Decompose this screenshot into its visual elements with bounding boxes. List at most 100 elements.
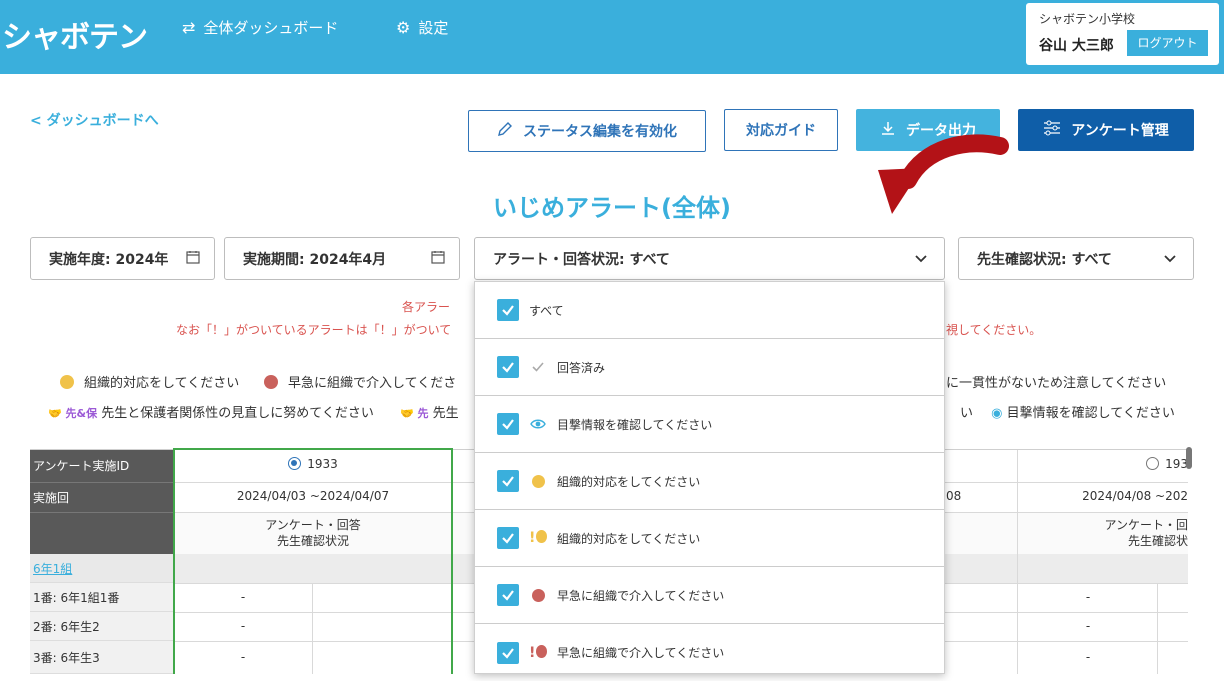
survey-193x[interactable]: 193 [1018, 457, 1188, 471]
tag-teacher: 先 [417, 407, 429, 420]
calendar-icon [186, 250, 200, 268]
legend-organized-label: 組織的対応をしてください [84, 376, 240, 391]
dropdown-option-urgent[interactable]: 早急に組織で介入してください [475, 567, 944, 624]
cell-3-3: - [1085, 650, 1091, 664]
legend-teacher-parent-text: 先生と保護者関係性の見直しに努めてください [101, 406, 374, 421]
chevron-down-icon [1163, 252, 1177, 268]
table-scrollbar[interactable] [1186, 447, 1192, 469]
legend-witness-label: 目撃情報を確認してください [1006, 406, 1175, 421]
yellow-dot-alert-icon: ! [529, 530, 547, 546]
checkbox-checked-icon[interactable] [497, 527, 519, 549]
dropdown-option-all[interactable]: すべて [475, 282, 944, 339]
nav-dashboard[interactable]: ⇄ 全体ダッシュボード [182, 17, 338, 38]
option-label: 早急に組織で介入してください [557, 588, 725, 603]
guide-button[interactable]: 対応ガイド [724, 109, 838, 151]
dropdown-option-answered[interactable]: 回答済み [475, 339, 944, 396]
alert-status-label: アラート・回答状況: すべて [493, 251, 670, 268]
row-label-1: 1番: 6年1組1番 [30, 583, 173, 612]
logout-button[interactable]: ログアウト [1127, 30, 1208, 56]
survey-193x-id: 193 [1165, 457, 1188, 471]
top-header: シャボテン ⇄ 全体ダッシュボード ⚙ 設定 シャボテン小学校 谷山 大三郎 ロ… [0, 0, 1224, 74]
refresh-icon: ⇄ [182, 18, 196, 37]
checkbox-checked-icon[interactable] [497, 470, 519, 492]
cell-2-3: - [1085, 619, 1091, 633]
legend-urgent-label: 早急に組織で介入してくださ [288, 376, 457, 391]
option-label: 目撃情報を確認してください [557, 417, 713, 432]
guide-label: 対応ガイド [746, 123, 816, 139]
label-blank [30, 512, 173, 554]
eye-icon [529, 418, 547, 430]
yellow-dot-icon [529, 474, 547, 488]
option-label: 組織的対応をしてください [557, 474, 701, 489]
option-label: すべて [529, 303, 564, 318]
legend-tail-fragment: い [960, 406, 974, 421]
notice-line2: なお「！」がついているアラートは「！」がついて [176, 323, 452, 337]
legend-organized: 組織的対応をしてください [60, 372, 239, 391]
radio-unselected-icon[interactable] [1146, 457, 1160, 470]
dropdown-option-organized[interactable]: 組織的対応をしてください [475, 453, 944, 510]
notice-line2-tail: 視してください。 [946, 323, 1042, 337]
status-edit-label: ステータス編集を有効化 [523, 124, 677, 140]
row-label-3: 3番: 6年生3 [30, 641, 173, 674]
row-label-2: 2番: 6年生2 [30, 612, 173, 641]
school-name: シャボテン小学校 [1039, 12, 1136, 26]
alert-status-filter[interactable]: アラート・回答状況: すべて [474, 237, 945, 280]
checkbox-checked-icon[interactable] [497, 299, 519, 321]
red-dot-icon [529, 588, 547, 602]
handshake-icon: 🤝 [48, 407, 66, 420]
status-edit-button[interactable]: ステータス編集を有効化 [468, 110, 706, 152]
back-to-dashboard-link[interactable]: < ダッシュボードへ [30, 110, 159, 130]
teacher-status-filter[interactable]: 先生確認状況: すべて [958, 237, 1194, 280]
yellow-dot-icon [60, 374, 74, 389]
nav-settings[interactable]: ⚙ 設定 [396, 17, 448, 38]
year-filter[interactable]: 実施年度: 2024年 [30, 237, 215, 280]
checkbox-checked-icon[interactable] [497, 584, 519, 606]
gear-icon: ⚙ [396, 18, 411, 37]
period-filter-label: 実施期間: 2024年4月 [243, 251, 387, 268]
red-dot-icon [264, 374, 278, 389]
selected-column-highlight [173, 448, 453, 674]
checkbox-checked-icon[interactable] [497, 356, 519, 378]
app-logo[interactable]: シャボテン [2, 12, 148, 56]
teacher-status-label: 先生確認状況: すべて [977, 251, 1112, 268]
chevron-down-icon [914, 252, 928, 268]
survey-193x-range: 2024/04/08 ~202 [1082, 489, 1188, 503]
dropdown-option-witness[interactable]: 目撃情報を確認してください [475, 396, 944, 453]
dropdown-option-urgent-alert[interactable]: ! 早急に組織で介入してください [475, 624, 944, 681]
sliders-icon [1043, 120, 1061, 140]
label-round: 実施回 [30, 482, 173, 512]
pencil-icon [497, 121, 513, 141]
nav-settings-label: 設定 [418, 19, 449, 37]
legend-inconsistent: に一貫性がないため注意してください [946, 376, 1167, 391]
mid-range-tail: 08 [946, 489, 962, 503]
legend-witness: い ◉ 目撃情報を確認してください [960, 402, 1175, 421]
user-box: シャボテン小学校 谷山 大三郎 ログアウト [1026, 3, 1219, 65]
col3-header-line2: 先生確認状 [1127, 534, 1188, 548]
tag-teacher-parent: 先&保 [65, 407, 98, 420]
notice-line1: 各アラー [402, 300, 451, 314]
legend-teacher: 🤝 先 先生 [400, 402, 459, 421]
page-title: いじめアラート(全体) [493, 194, 731, 222]
option-label: 早急に組織で介入してください [557, 646, 725, 660]
col3-header-line1: アンケート・回 [1104, 518, 1188, 532]
year-filter-label: 実施年度: 2024年 [49, 251, 169, 268]
survey-manage-label: アンケート管理 [1071, 123, 1169, 139]
option-label: 組織的対応をしてください [557, 531, 701, 546]
survey-manage-button[interactable]: アンケート管理 [1018, 109, 1194, 151]
handshake-icon: 🤝 [400, 407, 418, 420]
class-link[interactable]: 6年1組 [33, 560, 72, 577]
legend-teacher-text: 先生 [432, 406, 459, 421]
user-name: 谷山 大三郎 [1039, 38, 1114, 54]
eye-icon: ◉ [991, 406, 1003, 421]
check-icon [529, 361, 547, 373]
cell-1-3: - [1085, 590, 1091, 604]
legend-urgent: 早急に組織で介入してくださ [264, 372, 456, 391]
red-dot-alert-icon: ! [529, 644, 547, 661]
checkbox-checked-icon[interactable] [497, 641, 519, 664]
option-label: 回答済み [557, 360, 606, 375]
checkbox-checked-icon[interactable] [497, 413, 519, 435]
alert-status-dropdown: すべて 回答済み 目撃情報を確認してください 組織的対応をしてください ! 組織… [474, 281, 945, 674]
class-link-cell: 6年1組 [30, 554, 173, 583]
period-filter[interactable]: 実施期間: 2024年4月 [224, 237, 460, 280]
dropdown-option-organized-alert[interactable]: ! 組織的対応をしてください [475, 510, 944, 567]
